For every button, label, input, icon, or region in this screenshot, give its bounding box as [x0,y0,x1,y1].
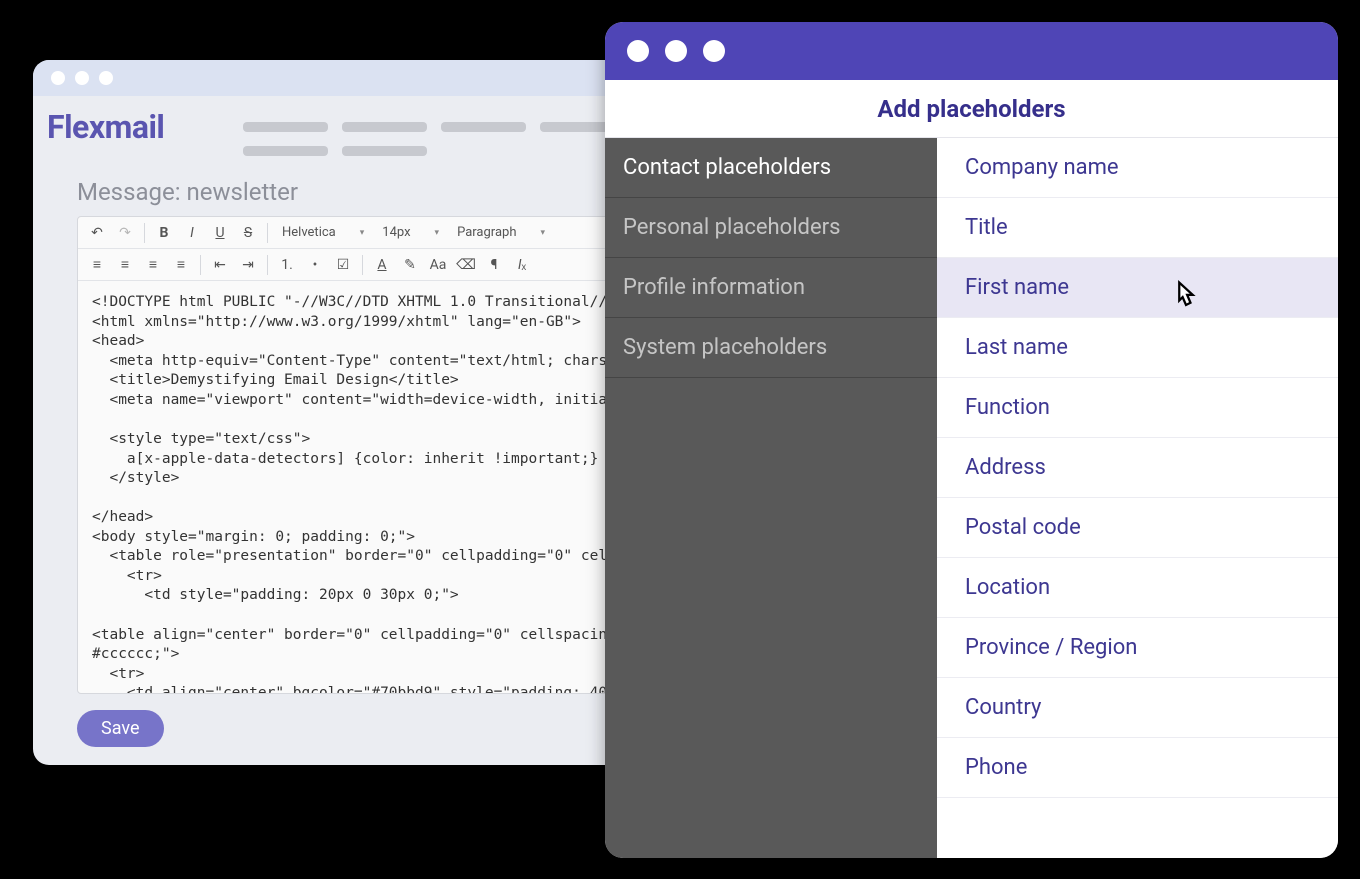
placeholder-item[interactable]: Last name [937,318,1338,378]
ordered-list-icon[interactable]: 1. [274,253,300,277]
align-right-icon[interactable]: ≡ [140,253,166,277]
size-select[interactable]: 14px▾ [374,221,447,245]
underline-icon[interactable]: U [207,221,233,245]
save-button[interactable]: Save [77,710,164,747]
font-case-icon[interactable]: Aa [425,253,451,277]
placeholder-item[interactable]: Postal code [937,498,1338,558]
dialog-sidebar: Contact placeholdersPersonal placeholder… [605,138,937,858]
align-justify-icon[interactable]: ≡ [168,253,194,277]
unordered-list-icon[interactable]: • [302,253,328,277]
window-dot-icon [51,71,65,85]
category-item[interactable]: Profile information [605,258,937,318]
dialog-body: Contact placeholdersPersonal placeholder… [605,138,1338,858]
format-select-value: Paragraph [457,225,516,240]
category-item[interactable]: System placeholders [605,318,937,378]
redo-icon[interactable]: ↷ [112,221,138,245]
checklist-icon[interactable]: ☑ [330,253,356,277]
placeholders-dialog: Add placeholders Contact placeholdersPer… [605,22,1338,858]
placeholder-item[interactable]: Title [937,198,1338,258]
window-dot-icon [99,71,113,85]
dialog-list: Company nameTitleFirst nameLast nameFunc… [937,138,1338,858]
dialog-titlebar [605,22,1338,80]
font-select-value: Helvetica [282,225,336,240]
window-dot-icon [703,40,725,62]
remove-style-icon[interactable]: Iₓ [509,253,535,277]
outdent-icon[interactable]: ⇤ [207,253,233,277]
nav-placeholder-bars [243,122,639,170]
placeholder-item[interactable]: Country [937,678,1338,738]
italic-icon[interactable]: I [179,221,205,245]
paragraph-icon[interactable]: ¶ [481,253,507,277]
format-select[interactable]: Paragraph▾ [449,221,553,245]
align-center-icon[interactable]: ≡ [112,253,138,277]
window-dot-icon [665,40,687,62]
size-select-value: 14px [382,225,410,240]
strike-icon[interactable]: S [235,221,261,245]
placeholder-item[interactable]: Company name [937,138,1338,198]
align-left-icon[interactable]: ≡ [84,253,110,277]
placeholder-item[interactable]: Phone [937,738,1338,798]
highlight-icon[interactable]: ✎ [397,253,423,277]
category-item[interactable]: Contact placeholders [605,138,937,198]
window-dot-icon [627,40,649,62]
text-color-icon[interactable]: A [369,253,395,277]
placeholder-item[interactable]: Location [937,558,1338,618]
placeholder-item[interactable]: Address [937,438,1338,498]
pointer-cursor-icon [1168,278,1204,314]
undo-icon[interactable]: ↶ [84,221,110,245]
placeholder-item[interactable]: Province / Region [937,618,1338,678]
placeholder-item[interactable]: Function [937,378,1338,438]
category-item[interactable]: Personal placeholders [605,198,937,258]
window-dot-icon [75,71,89,85]
dialog-title: Add placeholders [605,80,1338,138]
font-select[interactable]: Helvetica▾ [274,221,372,245]
bold-icon[interactable]: B [151,221,177,245]
indent-icon[interactable]: ⇥ [235,253,261,277]
clear-format-icon[interactable]: ⌫ [453,253,479,277]
placeholder-item[interactable]: First name [937,258,1338,318]
